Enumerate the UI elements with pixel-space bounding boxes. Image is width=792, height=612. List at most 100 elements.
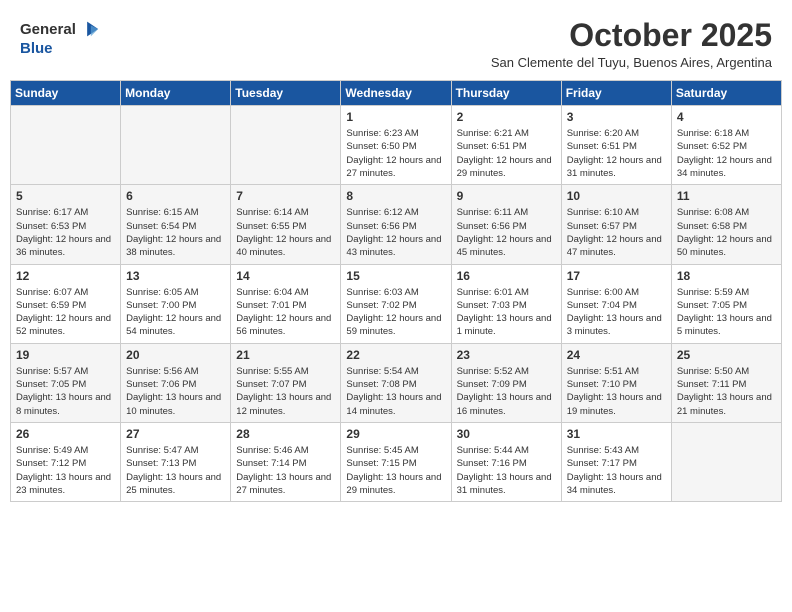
calendar-week-row: 26 Sunrise: 5:49 AMSunset: 7:12 PMDayligh… <box>11 422 782 501</box>
day-number: 23 <box>457 348 556 362</box>
day-info: Sunrise: 6:15 AMSunset: 6:54 PMDaylight:… <box>126 206 225 259</box>
day-number: 13 <box>126 269 225 283</box>
day-number: 30 <box>457 427 556 441</box>
day-info: Sunrise: 6:20 AMSunset: 6:51 PMDaylight:… <box>567 127 666 180</box>
table-row: 6 Sunrise: 6:15 AMSunset: 6:54 PMDaylight… <box>121 185 231 264</box>
calendar-week-row: 5 Sunrise: 6:17 AMSunset: 6:53 PMDaylight… <box>11 185 782 264</box>
calendar-table: SundayMondayTuesdayWednesdayThursdayFrid… <box>10 80 782 502</box>
day-number: 25 <box>677 348 776 362</box>
day-info: Sunrise: 5:51 AMSunset: 7:10 PMDaylight:… <box>567 365 666 418</box>
day-header-friday: Friday <box>561 81 671 106</box>
table-row: 28 Sunrise: 5:46 AMSunset: 7:14 PMDayligh… <box>231 422 341 501</box>
day-info: Sunrise: 6:14 AMSunset: 6:55 PMDaylight:… <box>236 206 335 259</box>
day-number: 28 <box>236 427 335 441</box>
logo-blue: Blue <box>20 40 53 57</box>
table-row: 7 Sunrise: 6:14 AMSunset: 6:55 PMDaylight… <box>231 185 341 264</box>
table-row: 19Sunrise: 5:57 AMSunset: 7:05 PMDayligh… <box>11 343 121 422</box>
day-info: Sunrise: 5:43 AMSunset: 7:17 PMDaylight:… <box>567 444 666 497</box>
day-number: 14 <box>236 269 335 283</box>
day-number: 16 <box>457 269 556 283</box>
day-info: Sunrise: 5:50 AMSunset: 7:11 PMDaylight:… <box>677 365 776 418</box>
day-info: Sunrise: 6:17 AMSunset: 6:53 PMDaylight:… <box>16 206 115 259</box>
subtitle: San Clemente del Tuyu, Buenos Aires, Arg… <box>491 55 772 70</box>
table-row: 12Sunrise: 6:07 AMSunset: 6:59 PMDayligh… <box>11 264 121 343</box>
table-row: 16Sunrise: 6:01 AMSunset: 7:03 PMDayligh… <box>451 264 561 343</box>
day-number: 24 <box>567 348 666 362</box>
day-info: Sunrise: 6:21 AMSunset: 6:51 PMDaylight:… <box>457 127 556 180</box>
table-row: 10 Sunrise: 6:10 AMSunset: 6:57 PMDayligh… <box>561 185 671 264</box>
day-info: Sunrise: 5:46 AMSunset: 7:14 PMDaylight:… <box>236 444 335 497</box>
day-info: Sunrise: 6:03 AMSunset: 7:02 PMDaylight:… <box>346 286 445 339</box>
day-number: 4 <box>677 110 776 124</box>
calendar-week-row: 12Sunrise: 6:07 AMSunset: 6:59 PMDayligh… <box>11 264 782 343</box>
day-number: 7 <box>236 189 335 203</box>
table-row: 11 Sunrise: 6:08 AMSunset: 6:58 PMDayligh… <box>671 185 781 264</box>
table-row: 21 Sunrise: 5:55 AMSunset: 7:07 PMDayligh… <box>231 343 341 422</box>
table-row: 14 Sunrise: 6:04 AMSunset: 7:01 PMDayligh… <box>231 264 341 343</box>
table-row: 20 Sunrise: 5:56 AMSunset: 7:06 PMDayligh… <box>121 343 231 422</box>
table-row <box>121 106 231 185</box>
day-info: Sunrise: 6:04 AMSunset: 7:01 PMDaylight:… <box>236 286 335 339</box>
table-row: 3 Sunrise: 6:20 AMSunset: 6:51 PMDaylight… <box>561 106 671 185</box>
day-info: Sunrise: 6:08 AMSunset: 6:58 PMDaylight:… <box>677 206 776 259</box>
day-header-thursday: Thursday <box>451 81 561 106</box>
table-row: 4 Sunrise: 6:18 AMSunset: 6:52 PMDaylight… <box>671 106 781 185</box>
table-row: 5 Sunrise: 6:17 AMSunset: 6:53 PMDaylight… <box>11 185 121 264</box>
day-header-wednesday: Wednesday <box>341 81 451 106</box>
table-row: 1 Sunrise: 6:23 AMSunset: 6:50 PMDaylight… <box>341 106 451 185</box>
table-row: 15Sunrise: 6:03 AMSunset: 7:02 PMDayligh… <box>341 264 451 343</box>
day-info: Sunrise: 6:18 AMSunset: 6:52 PMDaylight:… <box>677 127 776 180</box>
day-number: 18 <box>677 269 776 283</box>
day-info: Sunrise: 5:44 AMSunset: 7:16 PMDaylight:… <box>457 444 556 497</box>
table-row: 8 Sunrise: 6:12 AMSunset: 6:56 PMDaylight… <box>341 185 451 264</box>
table-row: 22 Sunrise: 5:54 AMSunset: 7:08 PMDayligh… <box>341 343 451 422</box>
table-row: 31Sunrise: 5:43 AMSunset: 7:17 PMDayligh… <box>561 422 671 501</box>
logo: General Blue <box>20 18 100 57</box>
day-number: 11 <box>677 189 776 203</box>
table-row <box>11 106 121 185</box>
day-info: Sunrise: 6:07 AMSunset: 6:59 PMDaylight:… <box>16 286 115 339</box>
month-title: October 2025 <box>491 18 772 53</box>
day-number: 1 <box>346 110 445 124</box>
day-number: 27 <box>126 427 225 441</box>
table-row: 9 Sunrise: 6:11 AMSunset: 6:56 PMDaylight… <box>451 185 561 264</box>
day-number: 10 <box>567 189 666 203</box>
day-number: 9 <box>457 189 556 203</box>
day-info: Sunrise: 6:11 AMSunset: 6:56 PMDaylight:… <box>457 206 556 259</box>
day-header-sunday: Sunday <box>11 81 121 106</box>
table-row: 23Sunrise: 5:52 AMSunset: 7:09 PMDayligh… <box>451 343 561 422</box>
day-info: Sunrise: 6:00 AMSunset: 7:04 PMDaylight:… <box>567 286 666 339</box>
day-info: Sunrise: 6:23 AMSunset: 6:50 PMDaylight:… <box>346 127 445 180</box>
table-row: 13 Sunrise: 6:05 AMSunset: 7:00 PMDayligh… <box>121 264 231 343</box>
day-number: 22 <box>346 348 445 362</box>
table-row <box>671 422 781 501</box>
day-info: Sunrise: 5:55 AMSunset: 7:07 PMDaylight:… <box>236 365 335 418</box>
table-row: 2 Sunrise: 6:21 AMSunset: 6:51 PMDaylight… <box>451 106 561 185</box>
day-header-monday: Monday <box>121 81 231 106</box>
calendar-header-row: SundayMondayTuesdayWednesdayThursdayFrid… <box>11 81 782 106</box>
day-number: 8 <box>346 189 445 203</box>
day-number: 20 <box>126 348 225 362</box>
logo-icon <box>78 18 100 40</box>
day-number: 26 <box>16 427 115 441</box>
day-number: 17 <box>567 269 666 283</box>
day-number: 5 <box>16 189 115 203</box>
table-row: 18Sunrise: 5:59 AMSunset: 7:05 PMDayligh… <box>671 264 781 343</box>
day-info: Sunrise: 5:54 AMSunset: 7:08 PMDaylight:… <box>346 365 445 418</box>
day-info: Sunrise: 6:12 AMSunset: 6:56 PMDaylight:… <box>346 206 445 259</box>
day-number: 3 <box>567 110 666 124</box>
day-info: Sunrise: 5:49 AMSunset: 7:12 PMDaylight:… <box>16 444 115 497</box>
day-info: Sunrise: 6:10 AMSunset: 6:57 PMDaylight:… <box>567 206 666 259</box>
day-number: 21 <box>236 348 335 362</box>
day-info: Sunrise: 5:56 AMSunset: 7:06 PMDaylight:… <box>126 365 225 418</box>
table-row: 29Sunrise: 5:45 AMSunset: 7:15 PMDayligh… <box>341 422 451 501</box>
day-info: Sunrise: 5:57 AMSunset: 7:05 PMDaylight:… <box>16 365 115 418</box>
day-header-saturday: Saturday <box>671 81 781 106</box>
table-row: 26 Sunrise: 5:49 AMSunset: 7:12 PMDayligh… <box>11 422 121 501</box>
title-block: October 2025 San Clemente del Tuyu, Buen… <box>491 18 772 70</box>
day-number: 2 <box>457 110 556 124</box>
day-number: 6 <box>126 189 225 203</box>
table-row: 25 Sunrise: 5:50 AMSunset: 7:11 PMDayligh… <box>671 343 781 422</box>
day-info: Sunrise: 6:05 AMSunset: 7:00 PMDaylight:… <box>126 286 225 339</box>
calendar-week-row: 1 Sunrise: 6:23 AMSunset: 6:50 PMDaylight… <box>11 106 782 185</box>
